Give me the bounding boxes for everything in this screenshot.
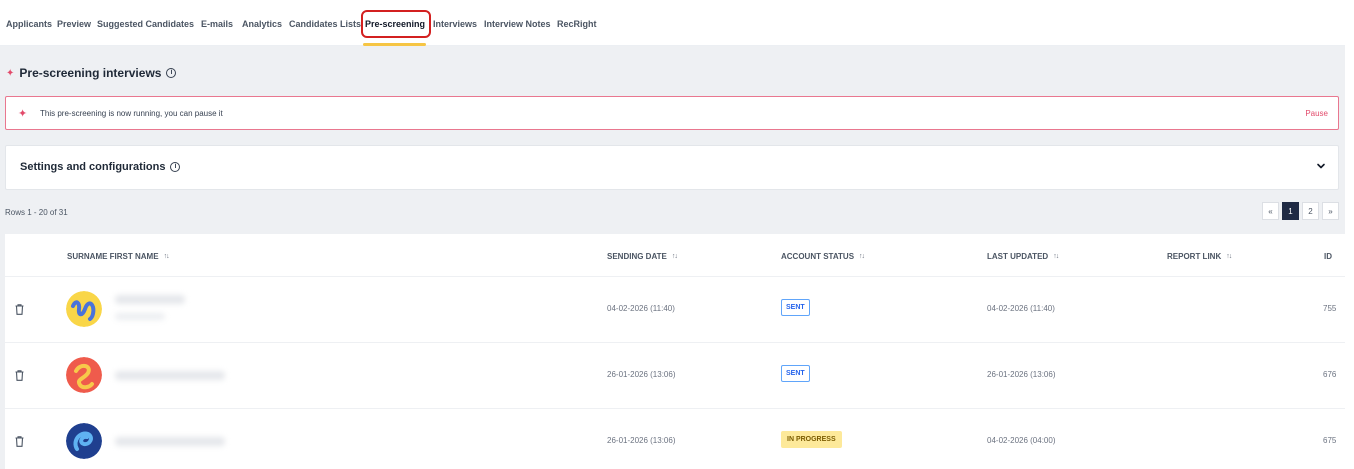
candidate-name-redacted: [115, 295, 185, 304]
row-id: 755: [1323, 304, 1337, 313]
sort-icon[interactable]: ↑↓: [1226, 253, 1232, 260]
info-icon[interactable]: i: [166, 68, 177, 78]
column-header-account-status[interactable]: ACCOUNT STATUS ↑↓: [781, 252, 865, 261]
column-header-label: LAST UPDATED: [987, 252, 1049, 261]
status-badge: SENT: [781, 365, 810, 382]
tab-candidates-lists[interactable]: Candidates Lists: [289, 19, 361, 29]
tab-suggested-candidates[interactable]: Suggested Candidates: [97, 19, 194, 29]
column-header-label: SURNAME FIRST NAME: [67, 252, 159, 261]
column-header-name[interactable]: SURNAME FIRST NAME ↑↓: [67, 252, 170, 261]
sort-icon[interactable]: ↑↓: [672, 253, 678, 260]
column-header-label: SENDING DATE: [607, 252, 667, 261]
last-updated: 26-01-2026 (13:06): [987, 370, 1056, 379]
sending-date: 26-01-2026 (13:06): [607, 436, 676, 445]
tab-analytics[interactable]: Analytics: [242, 19, 282, 29]
column-header-label: ACCOUNT STATUS: [781, 252, 855, 261]
info-icon[interactable]: i: [170, 162, 181, 172]
sparkle-icon: ✦: [18, 108, 28, 120]
tab-interview-notes[interactable]: Interview Notes: [484, 19, 551, 29]
pagination-page-1[interactable]: 1: [1282, 202, 1299, 220]
avatar: [66, 423, 102, 459]
pagination: « 1 2 »: [1262, 202, 1339, 220]
settings-panel[interactable]: Settings and configurations i: [5, 145, 1339, 190]
pagination-page-2[interactable]: 2: [1302, 202, 1319, 220]
main-content: ✦ Pre-screening interviews i ✦ This pre-…: [0, 46, 1345, 469]
trash-icon[interactable]: [15, 304, 24, 315]
page: Applicants Preview Suggested Candidates …: [0, 0, 1345, 469]
trash-icon[interactable]: [15, 370, 24, 381]
avatar: [66, 291, 102, 327]
sending-date: 26-01-2026 (13:06): [607, 370, 676, 379]
status-badge: SENT: [781, 299, 810, 316]
column-header-label: ID: [1324, 252, 1332, 261]
candidates-table: SURNAME FIRST NAME ↑↓ SENDING DATE ↑↓ AC…: [5, 234, 1345, 469]
settings-title-text: Settings and configurations: [20, 161, 166, 173]
pause-button[interactable]: Pause: [1305, 109, 1328, 118]
tab-bar: Applicants Preview Suggested Candidates …: [0, 0, 1345, 46]
last-updated: 04-02-2026 (04:00): [987, 436, 1056, 445]
row-id: 675: [1323, 436, 1337, 445]
column-header-sending-date[interactable]: SENDING DATE ↑↓: [607, 252, 678, 261]
tab-preview[interactable]: Preview: [57, 19, 91, 29]
tab-recright[interactable]: RecRight: [557, 19, 597, 29]
rows-count: Rows 1 - 20 of 31: [5, 208, 68, 217]
column-header-id[interactable]: ID: [1324, 252, 1332, 261]
column-header-label: REPORT LINK: [1167, 252, 1222, 261]
column-header-last-updated[interactable]: LAST UPDATED ↑↓: [987, 252, 1059, 261]
banner-message: This pre-screening is now running, you c…: [40, 109, 223, 118]
table-row[interactable]: 26-01-2026 (13:06) IN PROGRESS 04-02-202…: [5, 408, 1345, 469]
page-title-text: Pre-screening interviews: [19, 66, 162, 80]
pagination-next[interactable]: »: [1322, 202, 1339, 220]
trash-icon[interactable]: [15, 436, 24, 447]
table-row[interactable]: 04-02-2026 (11:40) SENT 04-02-2026 (11:4…: [5, 276, 1345, 342]
settings-title: Settings and configurations i: [20, 161, 181, 173]
table-row[interactable]: 26-01-2026 (13:06) SENT 26-01-2026 (13:0…: [5, 342, 1345, 408]
sort-icon[interactable]: ↑↓: [164, 253, 170, 260]
sparkle-icon: ✦: [6, 67, 15, 79]
page-title: ✦ Pre-screening interviews i: [6, 66, 177, 80]
tab-emails[interactable]: E-mails: [201, 19, 233, 29]
sending-date: 04-02-2026 (11:40): [607, 304, 675, 313]
sort-icon[interactable]: ↑↓: [859, 253, 865, 260]
candidate-name-redacted: [115, 437, 225, 446]
tab-applicants[interactable]: Applicants: [6, 19, 52, 29]
candidate-detail-redacted: [115, 313, 165, 320]
candidate-name-redacted: [115, 371, 225, 380]
active-tab-highlight-box: [361, 10, 431, 38]
sort-icon[interactable]: ↑↓: [1053, 253, 1059, 260]
avatar: [66, 357, 102, 393]
row-id: 676: [1323, 370, 1337, 379]
chevron-down-icon[interactable]: [1314, 159, 1328, 173]
tab-interviews[interactable]: Interviews: [433, 19, 477, 29]
last-updated: 04-02-2026 (11:40): [987, 304, 1055, 313]
running-banner: ✦ This pre-screening is now running, you…: [5, 96, 1339, 130]
pagination-prev[interactable]: «: [1262, 202, 1279, 220]
column-header-report-link[interactable]: REPORT LINK ↑↓: [1167, 252, 1232, 261]
status-badge: IN PROGRESS: [781, 431, 842, 448]
